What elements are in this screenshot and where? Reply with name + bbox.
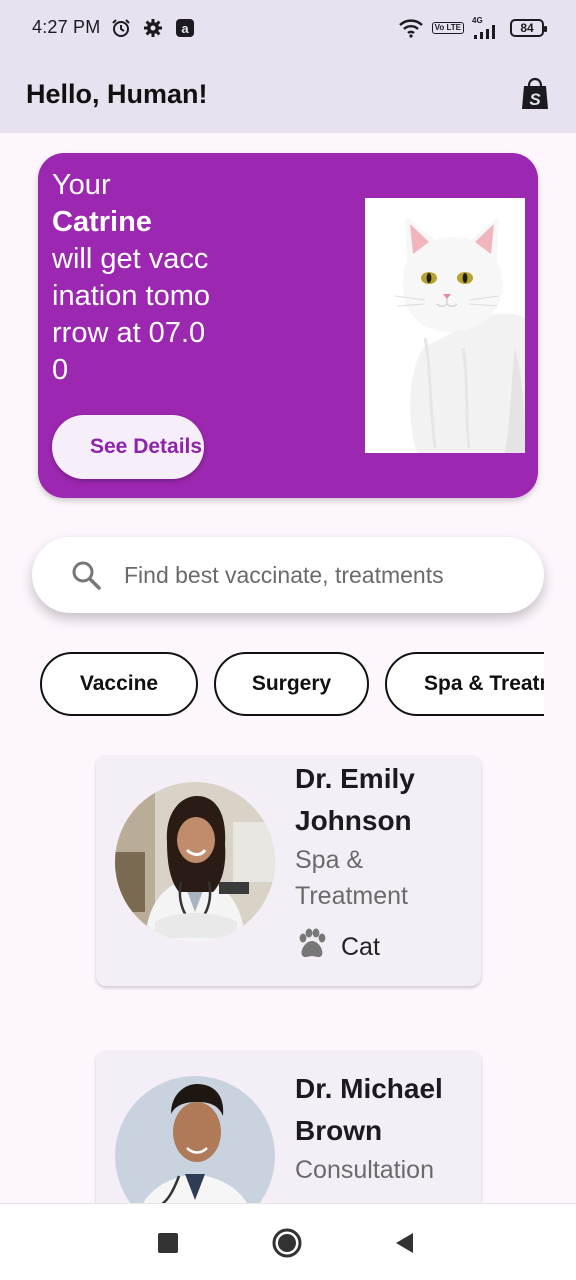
alarm-icon: [110, 17, 132, 39]
wifi-icon: [398, 17, 424, 39]
system-nav-bar: [0, 1203, 576, 1280]
search-input[interactable]: [124, 555, 524, 595]
vaccination-banner: Your Catrine will get vaccination tomorr…: [38, 153, 538, 498]
shopping-bag-icon[interactable]: S: [520, 77, 550, 111]
recents-square-icon[interactable]: [151, 1226, 185, 1260]
app-bar: Hello, Human! S: [0, 55, 576, 133]
doctor-name: Dr. Emily Johnson: [295, 763, 415, 836]
status-bar: 4:27 PM a Vo LTE 4G 84: [0, 0, 576, 55]
chip-surgery[interactable]: Surgery: [214, 652, 369, 716]
chip-spa-treatment[interactable]: Spa & Treatment: [385, 652, 544, 716]
paw-icon: [295, 927, 329, 968]
category-chips: Vaccine Surgery Spa & Treatment: [40, 652, 544, 718]
banner-line1: Your: [52, 169, 111, 201]
banner-pet-name: Catrine: [52, 206, 152, 238]
doctor-name: Dr. Michael Brown: [295, 1073, 443, 1146]
chip-vaccine[interactable]: Vaccine: [40, 652, 198, 716]
gear-icon: [142, 17, 164, 39]
see-details-button[interactable]: See Details: [52, 415, 204, 479]
doctor-specialty: Consultation: [295, 1156, 434, 1184]
pet-label: Cat: [341, 933, 380, 961]
app-a-icon: a: [174, 17, 196, 39]
banner-message: Your Catrine will get vaccination tomorr…: [52, 167, 212, 389]
banner-line2: will get vaccination tomorrow at 07.00: [52, 243, 210, 386]
back-triangle-icon[interactable]: [388, 1226, 422, 1260]
svg-text:S: S: [529, 90, 541, 109]
doctor-card[interactable]: Dr. Emily Johnson Spa & Treatment Cat: [96, 755, 481, 986]
cat-image: [365, 198, 525, 453]
volte-badge: Vo LTE: [431, 21, 464, 34]
battery-icon: 84: [510, 18, 547, 37]
page-title: Hello, Human!: [26, 78, 208, 109]
network-label: 4G: [472, 15, 483, 25]
search-bar[interactable]: [32, 537, 544, 613]
doctor-specialty: Spa & Treatment: [295, 846, 409, 910]
doctor-avatar: [115, 782, 275, 942]
home-circle-icon[interactable]: [270, 1226, 304, 1260]
search-icon: [70, 559, 102, 591]
status-time: 4:27 PM: [32, 17, 101, 37]
doctor-pet-type: Cat: [295, 927, 380, 968]
signal-icon: 4G: [472, 15, 502, 39]
svg-text:a: a: [182, 21, 190, 36]
